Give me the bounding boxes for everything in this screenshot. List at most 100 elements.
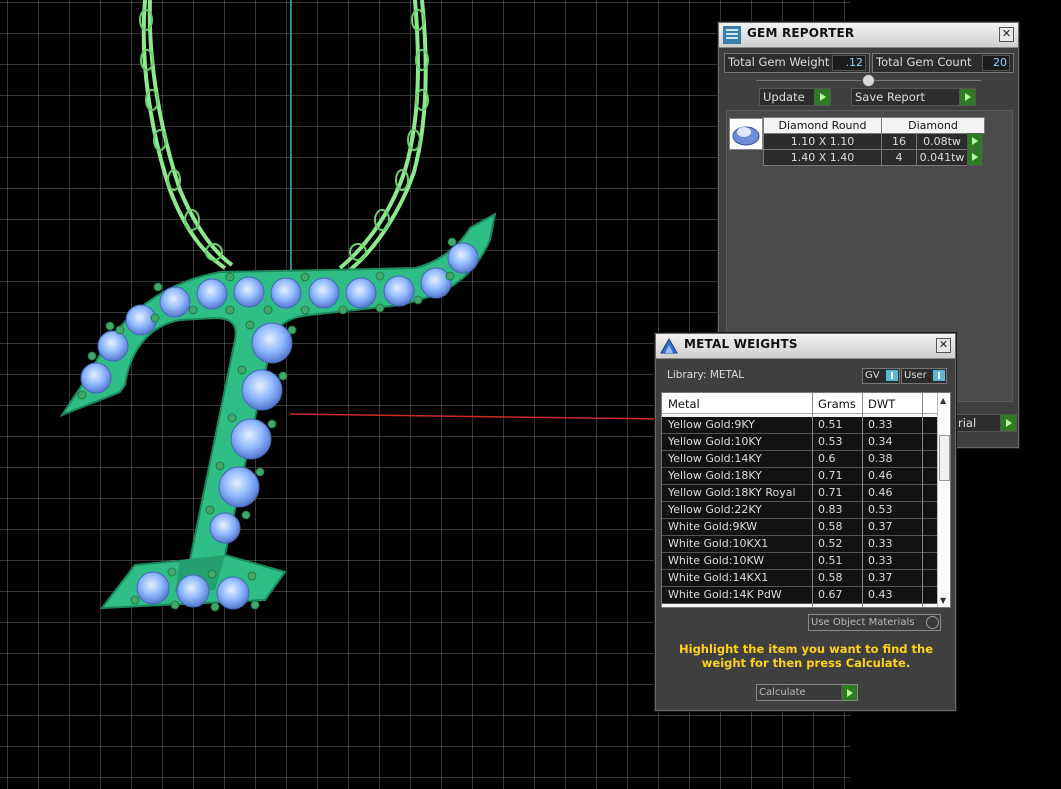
- save-report-button[interactable]: Save Report: [851, 88, 976, 106]
- metal-name: Yellow Gold:18KY: [668, 469, 762, 482]
- metal-name: Yellow Gold:10KY: [668, 435, 762, 448]
- radio-icon: [926, 616, 939, 629]
- metal-grams: 0.58: [818, 571, 843, 584]
- metal-row[interactable]: Yellow Gold:9KY 0.51 0.33: [662, 417, 937, 434]
- metal-grams: 0.53: [818, 435, 843, 448]
- user-toggle[interactable]: User: [901, 368, 947, 384]
- metal-row[interactable]: Yellow Gold:18KY 0.71 0.46: [662, 468, 937, 485]
- metal-grams: 0.6: [818, 452, 836, 465]
- column-header-metal: Metal: [668, 397, 700, 411]
- metal-dwt: 0.34: [868, 435, 893, 448]
- metal-list-scrollbar[interactable]: ▲ ▼: [937, 393, 950, 607]
- metal-name: White Gold:9KW: [668, 520, 758, 533]
- metal-weights-titlebar[interactable]: METAL WEIGHTS ✕: [656, 334, 955, 359]
- play-arrow-icon: [814, 89, 830, 105]
- metal-dwt: 0.33: [868, 537, 893, 550]
- metal-dwt: 0.46: [868, 469, 893, 482]
- use-object-materials-toggle[interactable]: Use Object Materials: [808, 614, 941, 631]
- metal-dwt: 0.43: [868, 588, 893, 601]
- metal-row[interactable]: Yellow Gold:22KY 0.83 0.53: [662, 502, 937, 519]
- metal-grams: 0.71: [818, 469, 843, 482]
- metal-name: White Gold:14KX1: [668, 571, 769, 584]
- metal-weights-close-button[interactable]: ✕: [936, 338, 951, 353]
- column-divider: [862, 393, 863, 607]
- gem-reporter-titlebar[interactable]: GEM REPORTER ✕: [719, 23, 1018, 48]
- metal-weights-panel: METAL WEIGHTS ✕ Library: METAL GV User M…: [655, 333, 956, 711]
- metal-grams: 0.51: [818, 554, 843, 567]
- metal-row[interactable]: Yellow Gold:18KY Royal 0.71 0.46: [662, 485, 937, 502]
- total-gem-count-value: 20: [982, 55, 1010, 71]
- material-button-label: rial: [958, 416, 977, 430]
- material-button[interactable]: rial: [951, 414, 1017, 432]
- gem-reporter-title: GEM REPORTER: [747, 26, 855, 40]
- metal-row[interactable]: White Gold:14K PdW 0.67 0.43: [662, 587, 937, 604]
- metal-dwt: 0.53: [868, 503, 893, 516]
- metal-row[interactable]: White Gold:10KW 0.51 0.33: [662, 553, 937, 570]
- info-icon: [933, 370, 945, 381]
- total-gem-weight-value: .12: [832, 55, 866, 71]
- column-divider: [922, 393, 923, 607]
- update-button-label: Update: [763, 90, 805, 104]
- use-object-materials-label: Use Object Materials: [811, 617, 915, 628]
- metal-row[interactable]: Yellow Gold:14KY 0.6 0.38: [662, 451, 937, 468]
- metal-name: Yellow Gold:18KY Royal: [668, 486, 796, 499]
- gem-row-select-button[interactable]: [967, 133, 983, 150]
- metal-name: Yellow Gold:9KY: [668, 418, 755, 431]
- metal-row[interactable]: Yellow Gold:10KY 0.53 0.34: [662, 434, 937, 451]
- metal-row[interactable]: White Gold:9KW 0.58 0.37: [662, 519, 937, 536]
- play-arrow-icon: [1000, 415, 1016, 431]
- instruction-text: Highlight the item you want to find the …: [679, 642, 933, 670]
- gem-row-count: 16: [881, 133, 917, 150]
- metal-ingot-icon: [660, 337, 678, 354]
- total-gem-weight-label: Total Gem Weight: [728, 55, 830, 69]
- user-toggle-label: User: [904, 370, 927, 381]
- play-arrow-icon: [959, 89, 975, 105]
- panel-split-handle[interactable]: [862, 74, 875, 87]
- gv-toggle-label: GV: [865, 370, 880, 381]
- metal-dwt: 0.33: [868, 554, 893, 567]
- total-gem-weight-box: Total Gem Weight .12: [724, 53, 870, 73]
- calculate-button-label: Calculate: [759, 687, 806, 698]
- metal-list[interactable]: Metal Grams DWT Yellow Gold:9KY 0.51 0.3…: [661, 392, 951, 608]
- gem-row-size: 1.40 X 1.40: [763, 149, 882, 166]
- total-gem-count-box: Total Gem Count 20: [872, 53, 1014, 73]
- library-label: Library: METAL: [667, 369, 745, 381]
- column-divider: [812, 393, 813, 607]
- play-arrow-icon: [841, 685, 857, 700]
- calculate-button[interactable]: Calculate: [756, 684, 858, 701]
- gem-report-icon: [723, 26, 741, 44]
- gem-row-weight: 0.08tw: [916, 133, 968, 150]
- metal-row[interactable]: White Gold:14KX1 0.58 0.37: [662, 570, 937, 587]
- metal-grams: 0.51: [818, 418, 843, 431]
- metal-grams: 0.67: [818, 588, 843, 601]
- metal-dwt: 0.37: [868, 571, 893, 584]
- metal-name: Yellow Gold:14KY: [668, 452, 762, 465]
- metal-name: White Gold:14K PdW: [668, 588, 782, 601]
- metal-dwt: 0.46: [868, 486, 893, 499]
- gem-row-weight: 0.041tw: [916, 149, 968, 166]
- gem-row-count: 4: [881, 149, 917, 166]
- scrollbar-thumb[interactable]: [939, 435, 950, 481]
- metal-row[interactable]: White Gold:10KX1 0.52 0.33: [662, 536, 937, 553]
- total-gem-count-label: Total Gem Count: [876, 55, 972, 69]
- metal-list-header: Metal Grams DWT: [662, 393, 937, 414]
- gv-toggle[interactable]: GV: [862, 368, 900, 384]
- metal-grams: 0.83: [818, 503, 843, 516]
- round-diamond-icon: [729, 118, 763, 150]
- metal-dwt: 0.37: [868, 520, 893, 533]
- scroll-up-icon[interactable]: ▲: [940, 396, 946, 405]
- metal-name: Yellow Gold:22KY: [668, 503, 762, 516]
- column-header-type: Diamond: [881, 117, 985, 134]
- gem-row-select-button[interactable]: [967, 149, 983, 166]
- info-icon: [886, 370, 898, 381]
- metal-grams: 0.71: [818, 486, 843, 499]
- scroll-down-icon[interactable]: ▼: [940, 596, 946, 605]
- metal-dwt: 0.38: [868, 452, 893, 465]
- column-header-grams: Grams: [818, 397, 856, 411]
- update-button[interactable]: Update: [759, 88, 831, 106]
- metal-grams: 0.52: [818, 537, 843, 550]
- gem-reporter-close-button[interactable]: ✕: [999, 27, 1014, 42]
- metal-name: White Gold:10KX1: [668, 537, 769, 550]
- metal-dwt: 0.33: [868, 418, 893, 431]
- metal-name: White Gold:10KW: [668, 554, 765, 567]
